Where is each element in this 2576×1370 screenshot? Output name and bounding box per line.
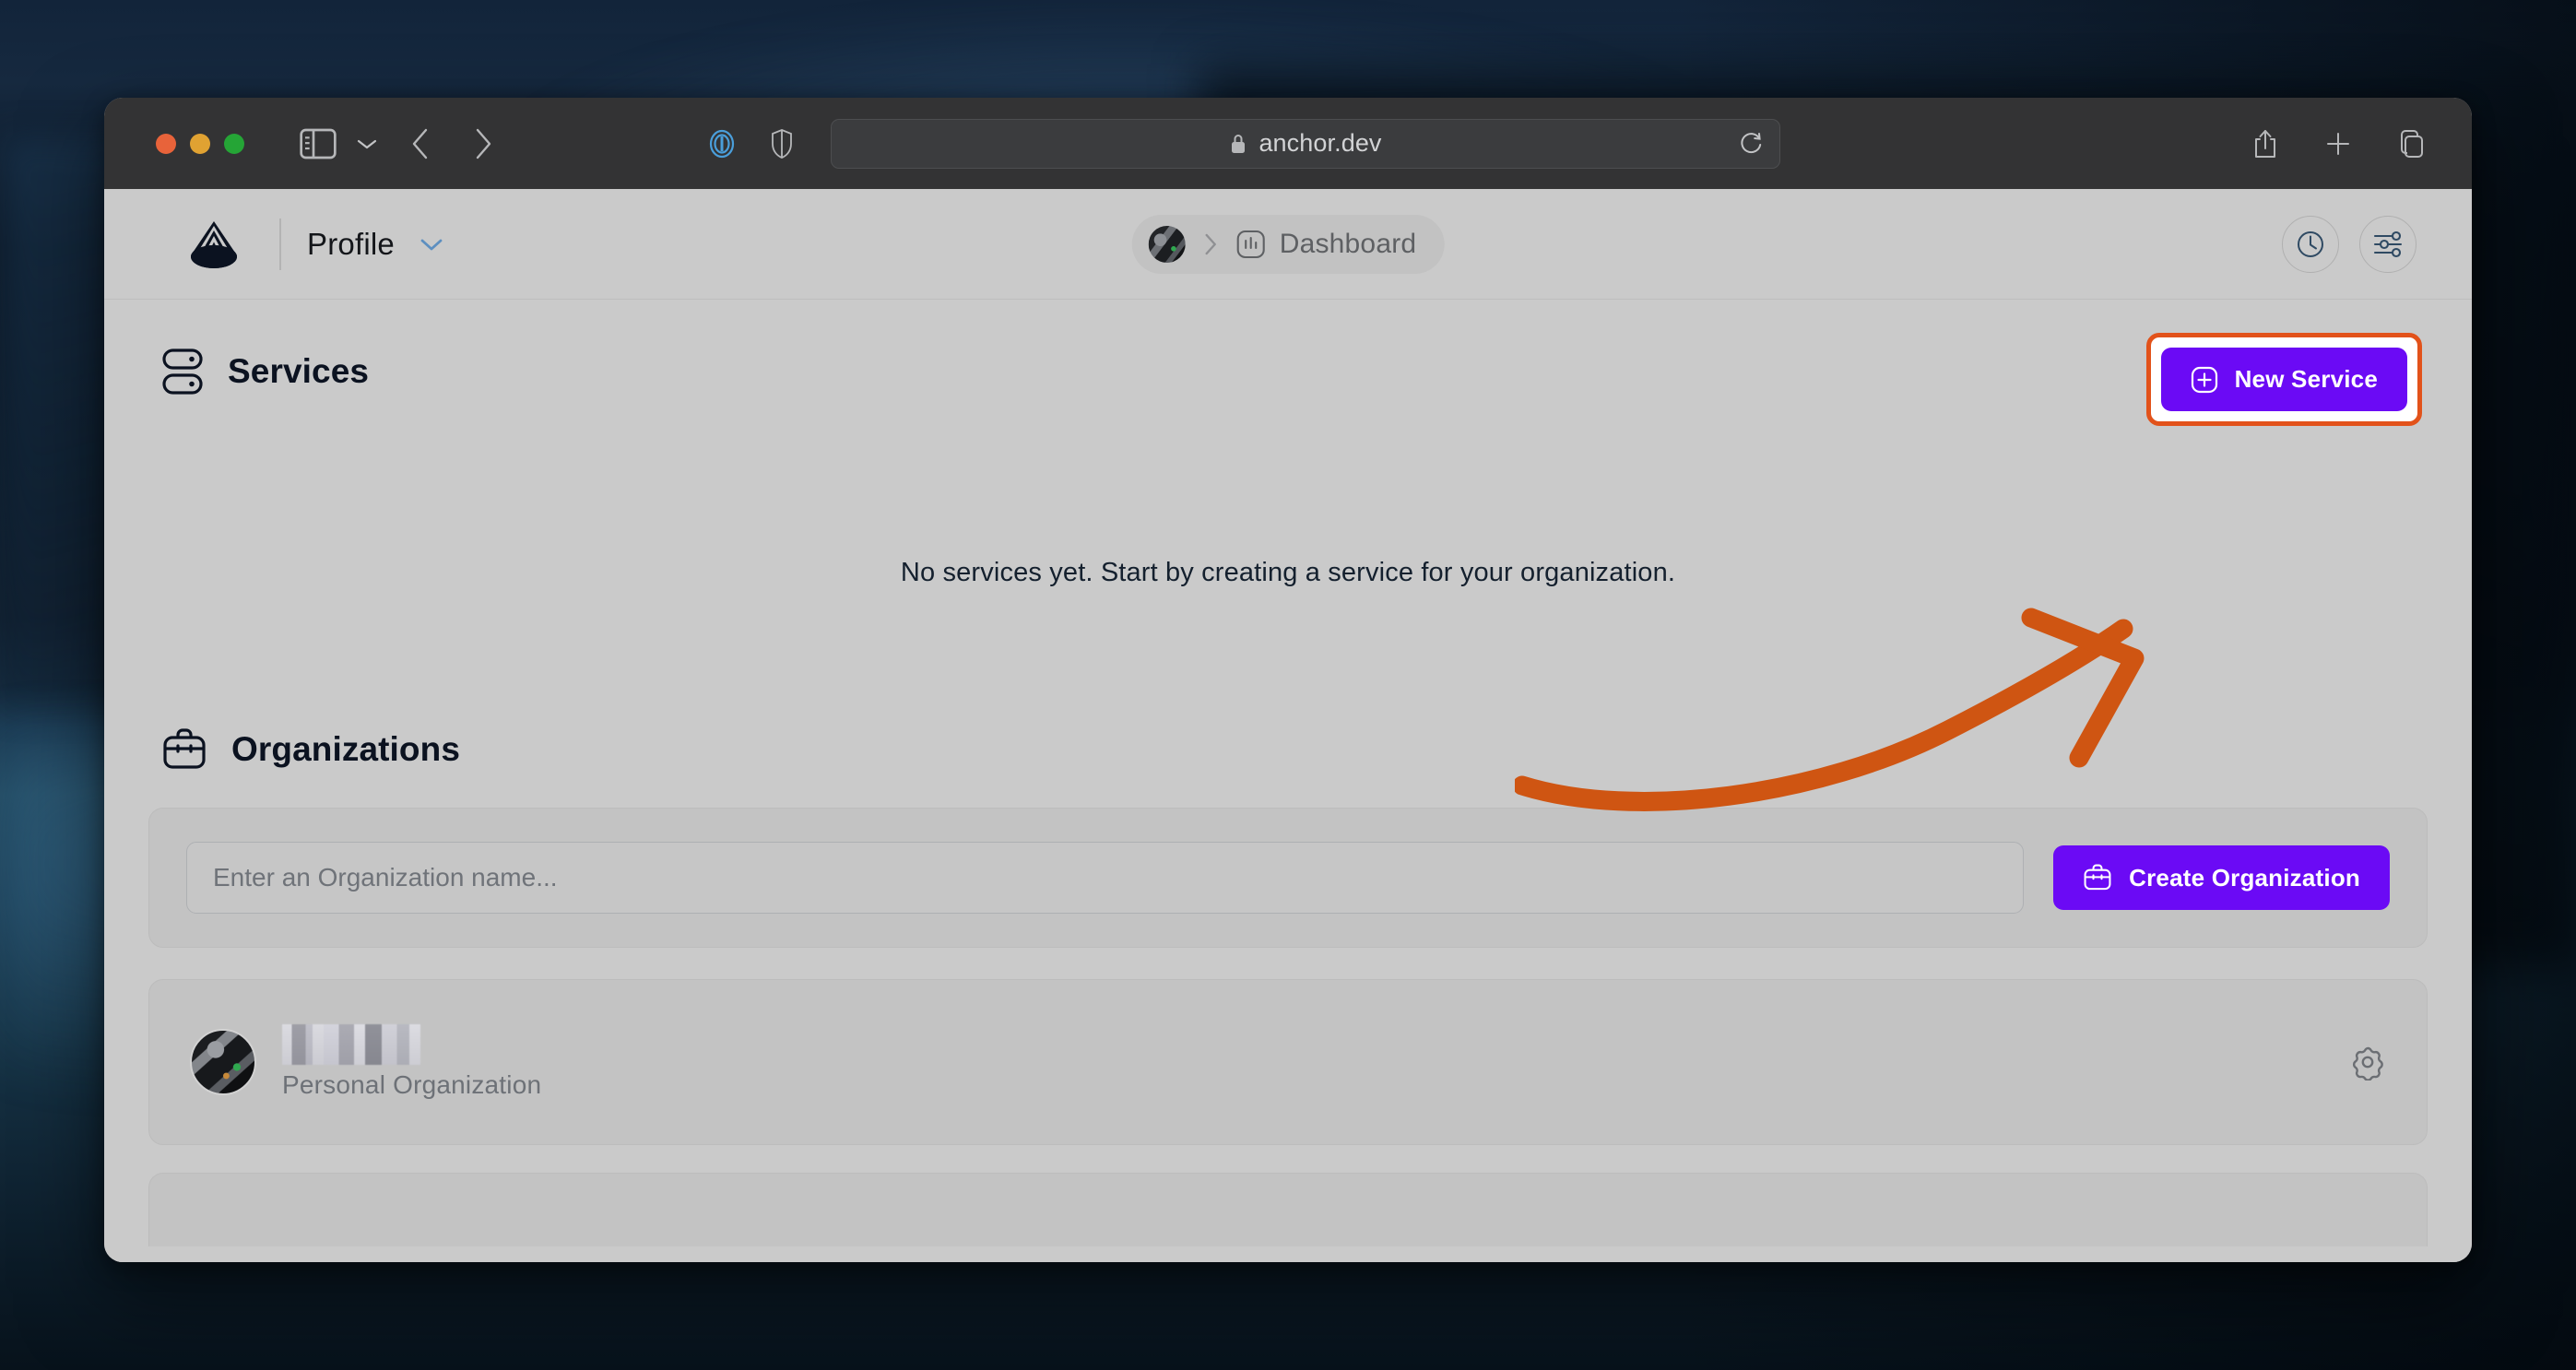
lock-icon (1229, 132, 1247, 156)
tab-overview-icon[interactable] (2398, 129, 2426, 159)
organization-avatar (190, 1029, 256, 1095)
organization-name-input[interactable] (186, 842, 2024, 914)
desktop: anchor.dev (0, 0, 2576, 1370)
browser-window: anchor.dev (104, 98, 2472, 1262)
app-header: Profile (104, 189, 2472, 300)
organization-name-redacted (282, 1024, 420, 1065)
briefcase-icon (2083, 863, 2112, 892)
create-organization-label: Create Organization (2129, 864, 2360, 892)
breadcrumb-dashboard[interactable]: Dashboard (1235, 229, 1417, 260)
organization-list-item[interactable]: Personal Organization (148, 979, 2428, 1145)
url-text: anchor.dev (1258, 129, 1381, 158)
back-button[interactable] (410, 126, 431, 161)
organization-identity: Personal Organization (190, 1024, 541, 1100)
header-divider (279, 218, 281, 270)
organizations-title: Organizations (231, 730, 460, 769)
privacy-report-icon[interactable] (705, 127, 739, 160)
dashboard-icon (1235, 229, 1267, 260)
new-service-button[interactable]: New Service (2161, 348, 2407, 411)
address-bar[interactable]: anchor.dev (831, 119, 1780, 169)
web-page: Profile (104, 189, 2472, 1262)
reload-button[interactable] (1739, 131, 1765, 157)
preferences-button[interactable] (2359, 216, 2416, 273)
profile-label: Profile (307, 227, 395, 262)
services-empty-state: No services yet. Start by creating a ser… (148, 558, 2428, 588)
organization-settings-button[interactable] (2349, 1044, 2386, 1081)
create-organization-button[interactable]: Create Organization (2053, 845, 2390, 910)
browser-toolbar: anchor.dev (104, 98, 2472, 189)
privacy-controls (705, 127, 794, 160)
maximize-window-button[interactable] (224, 134, 244, 154)
new-service-highlight: New Service (2146, 333, 2422, 426)
share-icon[interactable] (2252, 128, 2278, 159)
organization-list-item-partial[interactable] (148, 1173, 2428, 1246)
brand-area: Profile (148, 214, 446, 275)
chevron-right-icon (1202, 231, 1219, 257)
plus-square-icon (2191, 366, 2218, 394)
briefcase-icon (161, 726, 207, 773)
services-section-header: Services New Service (148, 300, 2428, 396)
breadcrumb-label: Dashboard (1280, 229, 1417, 260)
plus-icon[interactable] (2324, 130, 2352, 158)
create-organization-card: Create Organization (148, 808, 2428, 948)
toolbar-right-actions (2252, 128, 2442, 159)
window-controls[interactable] (156, 134, 244, 154)
minimize-window-button[interactable] (190, 134, 210, 154)
new-service-label: New Service (2235, 365, 2378, 394)
services-title: Services (228, 352, 369, 391)
header-actions (2282, 216, 2416, 273)
anchor-logo[interactable] (183, 214, 244, 275)
organizations-section-header: Organizations (148, 588, 2428, 773)
close-window-button[interactable] (156, 134, 176, 154)
sidebar-toggle-icon[interactable] (300, 128, 337, 159)
sliders-icon (2371, 229, 2405, 260)
clock-icon (2295, 229, 2326, 260)
page-content: Services New Service (104, 300, 2472, 1246)
shield-icon[interactable] (770, 128, 794, 159)
chevron-down-icon[interactable] (355, 136, 379, 151)
user-avatar (1149, 226, 1186, 263)
organization-meta: Personal Organization (282, 1024, 541, 1100)
chevron-down-icon[interactable] (417, 235, 446, 254)
forward-button[interactable] (473, 126, 493, 161)
activity-history-button[interactable] (2282, 216, 2339, 273)
organization-subtitle: Personal Organization (282, 1070, 541, 1100)
breadcrumb[interactable]: Dashboard (1132, 215, 1445, 274)
navigation-arrows (410, 126, 493, 161)
server-stack-icon (161, 348, 204, 396)
